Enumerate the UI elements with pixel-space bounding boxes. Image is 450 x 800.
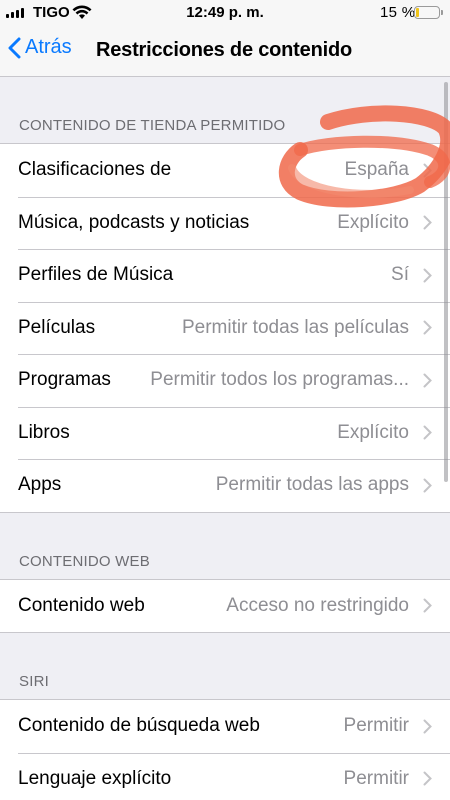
row-value: Permitir todos los programas... [150,369,409,391]
row-label: Clasificaciones de [18,159,172,181]
row-web-search-content[interactable]: Contenido de búsqueda web Permitir [0,700,450,753]
row-music-podcasts-news[interactable]: Música, podcasts y noticias Explícito [0,196,450,250]
row-label: Programas [18,369,111,391]
row-music-profiles[interactable]: Perfiles de Música Sí [0,249,450,302]
chevron-right-icon [423,373,432,388]
row-value: Permitir [343,767,409,789]
battery-icon [414,6,443,19]
chevron-right-icon [423,320,432,335]
back-label: Atrás [25,36,72,58]
row-label: Lenguaje explícito [18,767,172,789]
row-value: Permitir todas las apps [215,474,409,496]
row-label: Perfiles de Música [18,264,174,286]
chevron-right-icon [423,719,432,734]
row-value: Permitir [343,715,409,737]
row-web-content[interactable]: Contenido web Acceso no restringido [0,580,450,633]
row-label: Películas [18,316,96,338]
chevron-right-icon [423,771,432,786]
row-value: Explícito [337,421,409,443]
row-apps[interactable]: Apps Permitir todas las apps [0,459,450,512]
screen: TIGO 12:49 p. m. 15 % Atrás Restriccione… [0,0,450,800]
chevron-right-icon [423,268,432,283]
row-value: España [344,159,409,181]
row-value: Permitir todas las películas [181,316,409,338]
section-header-siri: SIRI [19,673,49,690]
battery-level [416,8,419,17]
battery-percent: 15 % [380,4,416,21]
row-movies[interactable]: Películas Permitir todas las películas [0,301,450,355]
row-tv-shows[interactable]: Programas Permitir todos los programas..… [0,354,450,407]
status-bar: TIGO 12:49 p. m. 15 % [0,0,450,26]
chevron-right-icon [423,163,432,178]
row-explicit-language[interactable]: Lenguaje explícito Permitir [0,752,450,800]
scrollbar[interactable] [444,82,448,482]
row-value: Acceso no restringido [226,594,409,616]
row-value: Explícito [337,211,409,233]
navigation-bar: Atrás Restricciones de contenido [0,26,450,77]
back-button[interactable]: Atrás [8,36,72,59]
chevron-right-icon [423,478,432,493]
row-label: Libros [18,421,70,443]
section-header-web: CONTENIDO WEB [19,552,150,570]
chevron-right-icon [423,598,432,613]
row-label: Contenido de búsqueda web [18,715,260,737]
row-ratings-country[interactable]: Clasificaciones de España [0,144,450,197]
row-label: Contenido web [18,594,145,616]
chevron-right-icon [423,215,432,230]
chevron-right-icon [423,425,432,440]
row-label: Apps [18,474,62,496]
row-label: Música, podcasts y noticias [18,211,250,233]
settings-list[interactable]: CONTENIDO DE TIENDA PERMITIDO Clasificac… [0,77,450,800]
back-chevron-icon [8,37,21,58]
siri-group: Contenido de búsqueda web Permitir Lengu… [0,699,450,800]
row-value: Sí [391,264,409,286]
page-title: Restricciones de contenido [96,39,352,61]
row-books[interactable]: Libros Explícito [0,406,450,460]
web-content-group: Contenido web Acceso no restringido [0,578,450,633]
section-header-store: CONTENIDO DE TIENDA PERMITIDO [19,117,286,134]
store-content-group: Clasificaciones de España Música, podcas… [0,143,450,513]
